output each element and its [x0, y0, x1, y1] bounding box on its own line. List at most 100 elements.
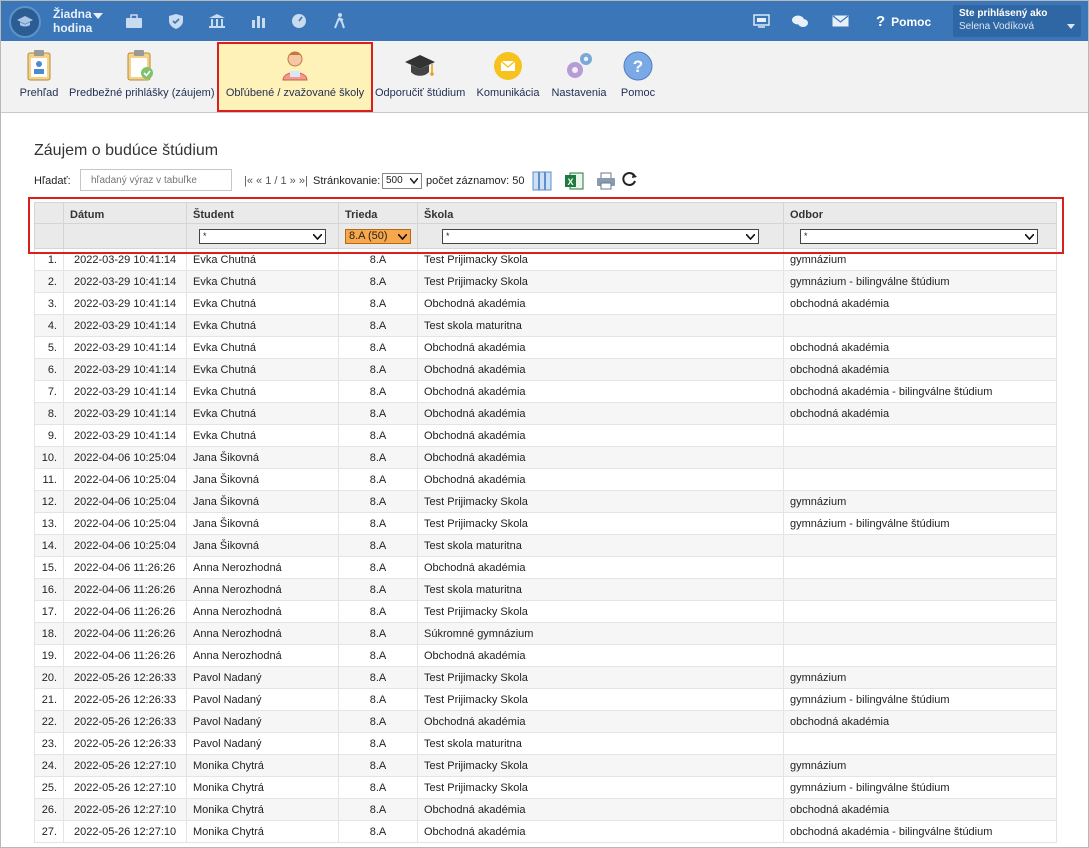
row-date: 2022-05-26 12:27:10 [63, 776, 187, 799]
briefcase-icon[interactable] [124, 12, 144, 30]
toolbar-item-favorite-schools[interactable]: Obľúbené / zvažované školy [217, 42, 373, 112]
table-row[interactable]: 26. 2022-05-26 12:27:10 Monika Chytrá 8.A Ob… [34, 798, 1057, 821]
row-field: obchodná akadémia [783, 402, 1057, 425]
table-row[interactable]: 22. 2022-05-26 12:26:33 Pavol Nadaný 8.A Obc… [34, 710, 1057, 733]
row-date: 2022-04-06 10:25:04 [63, 490, 187, 513]
table-row[interactable]: 25. 2022-05-26 12:27:10 Monika Chytrá 8.A Te… [34, 776, 1057, 799]
row-field: gymnázium - bilingválne štúdium [783, 270, 1057, 293]
table-row[interactable]: 23. 2022-05-26 12:26:33 Pavol Nadaný 8.A Tes… [34, 732, 1057, 755]
toolbar-item-applications[interactable]: Predbežné prihlášky (záujem) [69, 47, 215, 107]
row-field: gymnázium - bilingválne štúdium [783, 776, 1057, 799]
table-row[interactable]: 16. 2022-04-06 11:26:26 Anna Nerozhodná 8.A… [34, 578, 1057, 601]
row-student: Anna Nerozhodná [186, 600, 339, 623]
walking-person-icon[interactable] [331, 12, 351, 30]
envelope-icon[interactable] [830, 12, 850, 30]
pagination[interactable]: |« « 1 / 1 » »| [244, 175, 308, 187]
row-field [783, 644, 1057, 667]
column-header-date[interactable]: Dátum [63, 202, 187, 224]
bar-chart-icon[interactable] [249, 12, 269, 30]
screen-cast-icon[interactable] [751, 12, 771, 30]
column-header-student[interactable]: Študent [186, 202, 339, 224]
table-row[interactable]: 2. 2022-03-29 10:41:14 Evka Chutná 8.A Test … [34, 270, 1057, 293]
row-date: 2022-03-29 10:41:14 [63, 292, 187, 315]
table-row[interactable]: 3. 2022-03-29 10:41:14 Evka Chutná 8.A Obcho… [34, 292, 1057, 315]
table-row[interactable]: 18. 2022-04-06 11:26:26 Anna Nerozhodná 8.A… [34, 622, 1057, 645]
field-filter-select[interactable]: * [800, 228, 1038, 244]
excel-export-icon[interactable]: X [564, 171, 584, 191]
table-row[interactable]: 4. 2022-03-29 10:41:14 Evka Chutná 8.A Test … [34, 314, 1057, 337]
current-hour-selector[interactable]: Žiadna hodina [53, 7, 92, 35]
table-row[interactable]: 12. 2022-04-06 10:25:04 Jana Šikovná 8.A Tes… [34, 490, 1057, 513]
row-school: Test Prijimacky Skola [417, 512, 784, 535]
table-row[interactable]: 21. 2022-05-26 12:26:33 Pavol Nadaný 8.A Tes… [34, 688, 1057, 711]
shield-check-icon[interactable] [166, 12, 186, 30]
row-date: 2022-04-06 10:25:04 [63, 468, 187, 491]
toolbar-item-overview[interactable]: Prehľad [17, 47, 61, 107]
chevron-down-icon[interactable] [93, 13, 103, 19]
column-header-field[interactable]: Odbor [783, 202, 1057, 224]
row-index: 7. [34, 380, 64, 403]
chat-bubbles-icon[interactable] [790, 12, 810, 30]
toolbar-item-settings[interactable]: Nastavenia [549, 47, 609, 107]
row-class: 8.A [338, 314, 418, 337]
top-bar: Žiadna hodina ? Pomoc Ste prihlásený ako… [1, 1, 1088, 41]
row-student: Pavol Nadaný [186, 688, 339, 711]
help-button[interactable]: ? Pomoc [876, 13, 931, 30]
row-index: 27. [34, 820, 64, 843]
table-row[interactable]: 1. 2022-03-29 10:41:14 Evka Chutná 8.A Test … [34, 248, 1057, 271]
row-class: 8.A [338, 380, 418, 403]
school-filter-select[interactable]: * [442, 228, 759, 244]
row-school: Obchodná akadémia [417, 446, 784, 469]
toolbar-item-communication[interactable]: Komunikácia [475, 47, 541, 107]
table-row[interactable]: 17. 2022-04-06 11:26:26 Anna Nerozhodná 8.A… [34, 600, 1057, 623]
print-icon[interactable] [596, 171, 616, 191]
row-index: 8. [34, 402, 64, 425]
gauge-icon[interactable] [289, 12, 309, 30]
table-row[interactable]: 15. 2022-04-06 11:26:26 Anna Nerozhodná 8.A… [34, 556, 1057, 579]
app-logo[interactable] [9, 6, 41, 38]
row-date: 2022-04-06 10:25:04 [63, 446, 187, 469]
table-row[interactable]: 5. 2022-03-29 10:41:14 Evka Chutná 8.A Obcho… [34, 336, 1057, 359]
column-header-class[interactable]: Trieda [338, 202, 418, 224]
row-class: 8.A [338, 820, 418, 843]
refresh-icon[interactable] [622, 171, 642, 191]
row-date: 2022-04-06 10:25:04 [63, 534, 187, 557]
table-row[interactable]: 9. 2022-03-29 10:41:14 Evka Chutná 8.A Obcho… [34, 424, 1057, 447]
table-row[interactable]: 8. 2022-03-29 10:41:14 Evka Chutná 8.A Obcho… [34, 402, 1057, 425]
row-class: 8.A [338, 798, 418, 821]
student-filter-select[interactable]: * [199, 228, 326, 244]
row-index: 17. [34, 600, 64, 623]
row-school: Obchodná akadémia [417, 424, 784, 447]
search-input[interactable] [80, 169, 232, 191]
user-menu[interactable]: Ste prihlásený ako Selena Vodíková [953, 5, 1081, 37]
table-row[interactable]: 24. 2022-05-26 12:27:10 Monika Chytrá 8.A Te… [34, 754, 1057, 777]
table-row[interactable]: 11. 2022-04-06 10:25:04 Jana Šikovná 8.A Obc… [34, 468, 1057, 491]
toolbar-item-help[interactable]: ? Pomoc [617, 47, 659, 107]
columns-icon[interactable] [532, 171, 552, 191]
table-row[interactable]: 14. 2022-04-06 10:25:04 Jana Šikovná 8.A Tes… [34, 534, 1057, 557]
row-date: 2022-03-29 10:41:14 [63, 336, 187, 359]
column-header-school[interactable]: Škola [417, 202, 784, 224]
row-date: 2022-04-06 11:26:26 [63, 556, 187, 579]
table-row[interactable]: 19. 2022-04-06 11:26:26 Anna Nerozhodná 8.A… [34, 644, 1057, 667]
table-row[interactable]: 10. 2022-04-06 10:25:04 Jana Šikovná 8.A Obc… [34, 446, 1057, 469]
chevron-down-icon [1025, 233, 1034, 240]
toolbar-item-recommend-study[interactable]: Odporučiť štúdium [375, 47, 465, 107]
page-size-select[interactable]: 500 [382, 173, 422, 189]
row-date: 2022-05-26 12:26:33 [63, 710, 187, 733]
row-date: 2022-03-29 10:41:14 [63, 380, 187, 403]
table-row[interactable]: 6. 2022-03-29 10:41:14 Evka Chutná 8.A Obcho… [34, 358, 1057, 381]
table-row[interactable]: 13. 2022-04-06 10:25:04 Jana Šikovná 8.A Tes… [34, 512, 1057, 535]
institution-icon[interactable] [207, 12, 227, 30]
row-student: Evka Chutná [186, 270, 339, 293]
class-filter-select[interactable]: 8.A (50) [345, 228, 411, 244]
table-row[interactable]: 27. 2022-05-26 12:27:10 Monika Chytrá 8.A Ob… [34, 820, 1057, 843]
row-class: 8.A [338, 446, 418, 469]
row-student: Monika Chytrá [186, 798, 339, 821]
table-row[interactable]: 20. 2022-05-26 12:26:33 Pavol Nadaný 8.A Tes… [34, 666, 1057, 689]
table-row[interactable]: 7. 2022-03-29 10:41:14 Evka Chutná 8.A Obcho… [34, 380, 1057, 403]
row-class: 8.A [338, 776, 418, 799]
row-date: 2022-04-06 11:26:26 [63, 644, 187, 667]
row-school: Obchodná akadémia [417, 556, 784, 579]
row-class: 8.A [338, 644, 418, 667]
